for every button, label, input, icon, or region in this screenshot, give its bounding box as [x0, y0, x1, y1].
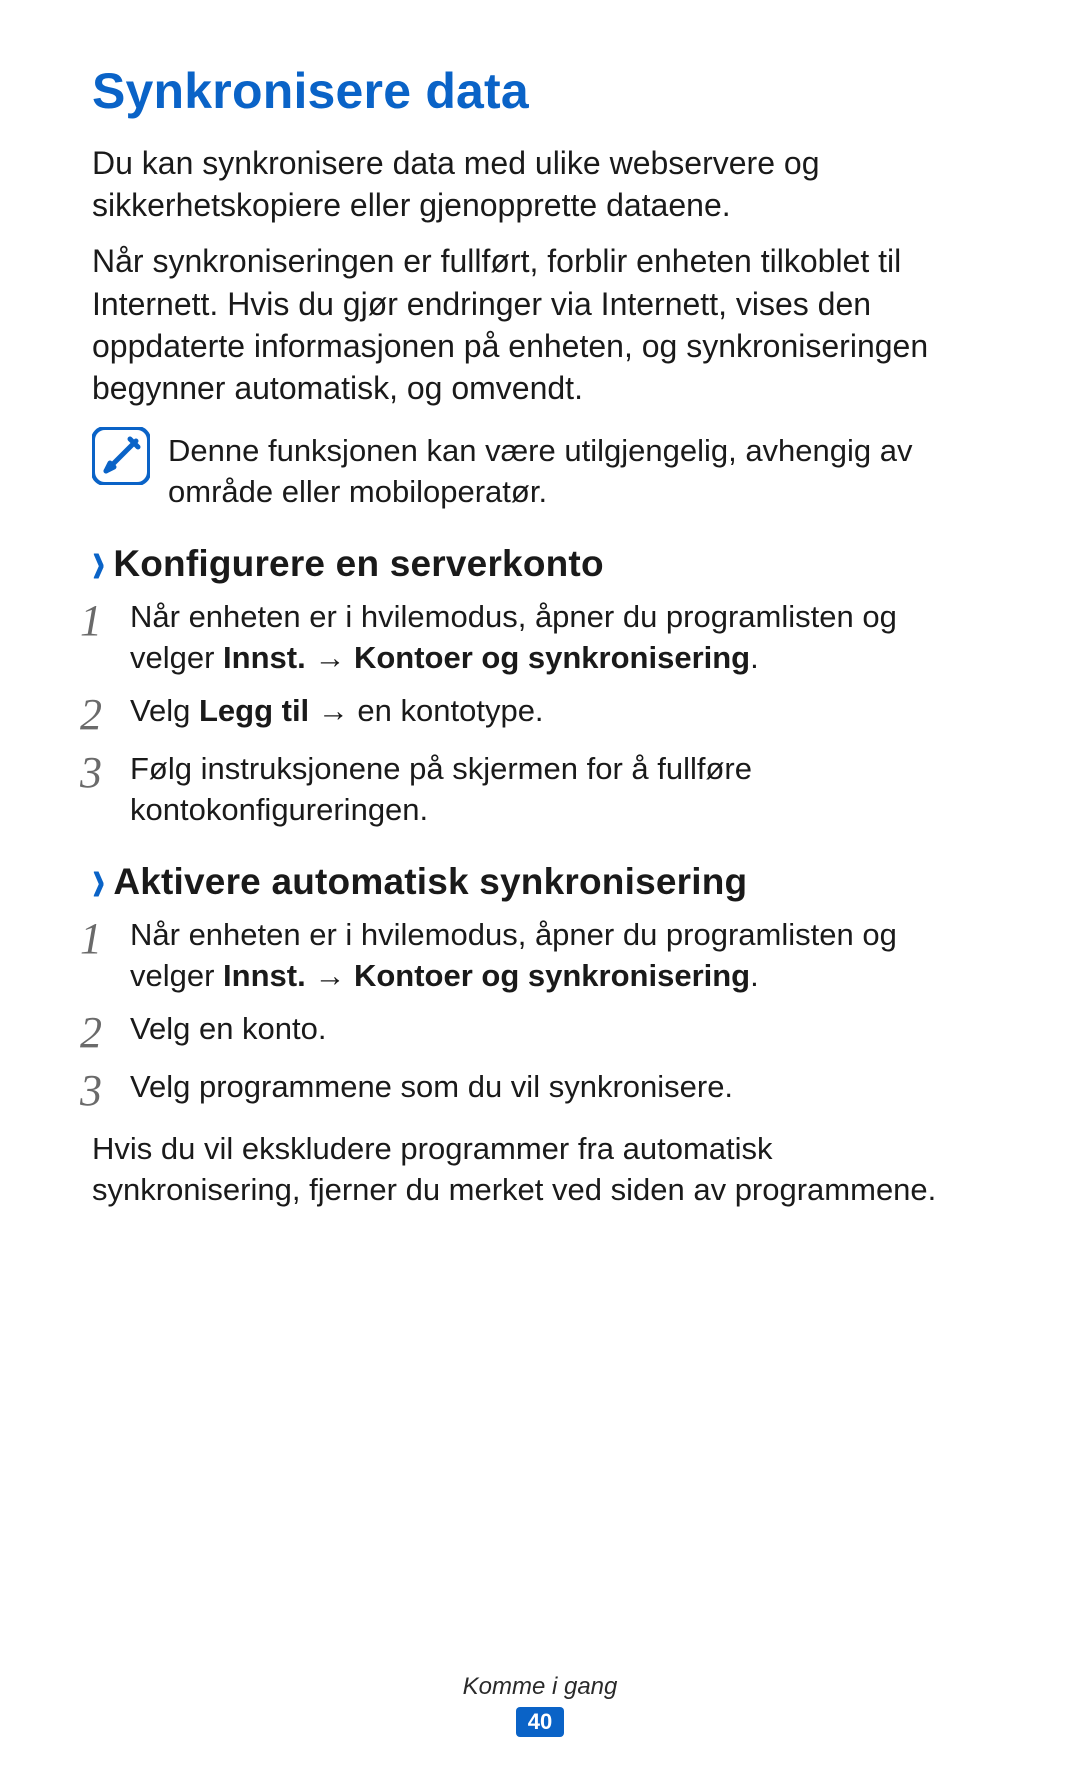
note-icon	[92, 427, 150, 485]
note-block: Denne funksjonen kan være utilgjengelig,…	[92, 427, 988, 513]
step-text-bold2: Kontoer og synkronisering	[354, 640, 750, 675]
step-text: Velg Legg til → en kontotype.	[130, 691, 544, 732]
subheading-configure-server: › Konfigurere en serverkonto	[92, 543, 988, 585]
subheading-title: Aktivere automatisk synkronisering	[113, 861, 747, 903]
step-number: 1	[80, 597, 124, 643]
step-number: 3	[80, 749, 124, 795]
step-number: 3	[80, 1067, 124, 1113]
step-number: 1	[80, 915, 124, 961]
subheading-title: Konfigurere en serverkonto	[113, 543, 603, 585]
step-text: Når enheten er i hvilemodus, åpner du pr…	[130, 915, 988, 997]
step-item: 3 Følg instruksjonene på skjermen for å …	[92, 749, 988, 831]
step-text-bold: Innst.	[223, 640, 306, 675]
step-item: 1 Når enheten er i hvilemodus, åpner du …	[92, 597, 988, 679]
step-item: 2 Velg Legg til → en kontotype.	[92, 691, 988, 737]
step-number: 2	[80, 691, 124, 737]
step-text-pre: Velg en konto.	[130, 1011, 327, 1046]
page-number-badge: 40	[516, 1707, 564, 1737]
intro-paragraph-2: Når synkroniseringen er fullført, forbli…	[92, 240, 988, 409]
manual-page: Synkronisere data Du kan synkronisere da…	[0, 0, 1080, 1771]
step-text-arrow: →	[306, 958, 354, 993]
step-text: Følg instruksjonene på skjermen for å fu…	[130, 749, 988, 831]
step-text-bold2: Kontoer og synkronisering	[354, 958, 750, 993]
chevron-icon: ›	[92, 531, 105, 595]
step-text: Velg en konto.	[130, 1009, 327, 1050]
step-text: Når enheten er i hvilemodus, åpner du pr…	[130, 597, 988, 679]
step-text-post: .	[750, 640, 759, 675]
step-text-arrow: →	[306, 640, 354, 675]
footer-caption: Komme i gang	[0, 1673, 1080, 1701]
subheading-auto-sync: › Aktivere automatisk synkronisering	[92, 861, 988, 903]
chevron-icon: ›	[92, 848, 105, 912]
step-item: 1 Når enheten er i hvilemodus, åpner du …	[92, 915, 988, 997]
step-text-pre: Velg	[130, 693, 199, 728]
step-number: 2	[80, 1009, 124, 1055]
step-text: Velg programmene som du vil synkronisere…	[130, 1067, 733, 1108]
step-item: 2 Velg en konto.	[92, 1009, 988, 1055]
step-item: 3 Velg programmene som du vil synkronise…	[92, 1067, 988, 1113]
page-title: Synkronisere data	[92, 62, 988, 120]
step-text-bold: Legg til	[199, 693, 309, 728]
step-text-bold: Innst.	[223, 958, 306, 993]
step-text-post: .	[750, 958, 759, 993]
step-text-pre: Velg programmene som du vil synkronisere…	[130, 1069, 733, 1104]
step-text-arrow: →	[309, 693, 357, 728]
note-text: Denne funksjonen kan være utilgjengelig,…	[168, 427, 988, 513]
step-text-post: en kontotype.	[357, 693, 543, 728]
step-text-pre: Følg instruksjonene på skjermen for å fu…	[130, 751, 752, 827]
trailing-paragraph: Hvis du vil ekskludere programmer fra au…	[92, 1129, 988, 1211]
intro-paragraph-1: Du kan synkronisere data med ulike webse…	[92, 142, 988, 226]
page-footer: Komme i gang 40	[0, 1673, 1080, 1737]
